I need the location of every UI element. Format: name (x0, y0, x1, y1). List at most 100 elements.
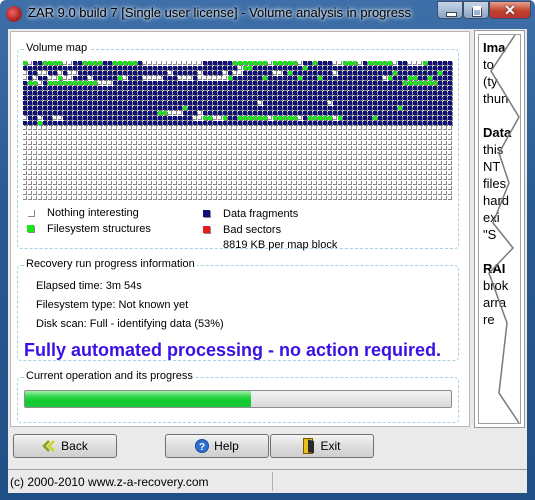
map-block-data-fragment (443, 111, 447, 115)
map-block-nothing-interesting (313, 141, 317, 145)
map-block-data-fragment (103, 66, 107, 70)
map-block-filesystem-structure (308, 116, 312, 120)
map-block-data-fragment (158, 81, 162, 85)
map-block-data-fragment (208, 91, 212, 95)
map-block-nothing-interesting (408, 186, 412, 190)
help-button[interactable]: ? Help (165, 434, 269, 458)
map-block-data-fragment (33, 116, 37, 120)
map-block-nothing-interesting (278, 161, 282, 165)
map-block-data-fragment (73, 111, 77, 115)
map-block-data-fragment (33, 71, 37, 75)
map-block-data-fragment (128, 121, 132, 125)
map-block-data-fragment (208, 101, 212, 105)
map-block-nothing-interesting (363, 126, 367, 130)
map-block-data-fragment (268, 76, 272, 80)
map-block-nothing-interesting (383, 176, 387, 180)
map-block-data-fragment (168, 116, 172, 120)
map-block-nothing-interesting (43, 71, 47, 75)
map-block-data-fragment (418, 106, 422, 110)
map-block-nothing-interesting (358, 166, 362, 170)
map-block-data-fragment (178, 71, 182, 75)
map-block-data-fragment (218, 66, 222, 70)
map-block-data-fragment (433, 101, 437, 105)
map-block-nothing-interesting (188, 196, 192, 200)
map-block-data-fragment (83, 86, 87, 90)
map-block-data-fragment (368, 66, 372, 70)
map-block-data-fragment (98, 116, 102, 120)
map-block-data-fragment (358, 86, 362, 90)
map-block-nothing-interesting (253, 146, 257, 150)
map-block-data-fragment (103, 71, 107, 75)
title-bar[interactable]: ZAR 9.0 build 7 [Single user license] - … (0, 0, 535, 28)
map-block-nothing-interesting (198, 171, 202, 175)
map-block-nothing-interesting (338, 146, 342, 150)
map-block-nothing-interesting (28, 151, 32, 155)
map-block-data-fragment (383, 86, 387, 90)
map-block-nothing-interesting (368, 126, 372, 130)
minimize-button[interactable] (437, 1, 463, 19)
map-block-data-fragment (413, 101, 417, 105)
exit-button[interactable]: Exit (270, 434, 374, 458)
map-block-data-fragment (153, 71, 157, 75)
map-block-nothing-interesting (88, 141, 92, 145)
map-block-data-fragment (353, 106, 357, 110)
map-block-data-fragment (63, 111, 67, 115)
map-block-nothing-interesting (208, 161, 212, 165)
close-button[interactable]: ✕ (489, 1, 531, 19)
map-block-nothing-interesting (83, 136, 87, 140)
back-button[interactable]: Back (13, 434, 117, 458)
map-block-nothing-interesting (218, 131, 222, 135)
map-block-nothing-interesting (393, 186, 397, 190)
map-block-nothing-interesting (308, 141, 312, 145)
map-block-filesystem-structure (98, 61, 102, 65)
map-block-filesystem-structure (408, 76, 412, 80)
map-block-nothing-interesting (243, 131, 247, 135)
map-block-data-fragment (273, 86, 277, 90)
map-block-data-fragment (363, 101, 367, 105)
map-block-nothing-interesting (213, 161, 217, 165)
map-block-nothing-interesting (393, 146, 397, 150)
map-block-nothing-interesting (403, 196, 407, 200)
map-block-nothing-interesting (263, 126, 267, 130)
map-block-data-fragment (108, 116, 112, 120)
map-block-nothing-interesting (138, 181, 142, 185)
map-block-nothing-interesting (318, 151, 322, 155)
map-block-nothing-interesting (393, 136, 397, 140)
map-block-nothing-interesting (148, 161, 152, 165)
map-block-nothing-interesting (143, 176, 147, 180)
map-block-nothing-interesting (128, 181, 132, 185)
help-side-panel: Ima to (ty thun Data this NT files hard exi "S RA… (474, 30, 525, 428)
map-block-data-fragment (338, 106, 342, 110)
map-block-nothing-interesting (273, 136, 277, 140)
map-block-nothing-interesting (188, 156, 192, 160)
map-block-nothing-interesting (428, 141, 432, 145)
legend-label: Data fragments (223, 208, 299, 220)
map-block-nothing-interesting (108, 131, 112, 135)
map-block-nothing-interesting (308, 186, 312, 190)
map-block-nothing-interesting (78, 181, 82, 185)
map-block-data-fragment (88, 111, 92, 115)
map-block-nothing-interesting (208, 141, 212, 145)
map-block-nothing-interesting (413, 136, 417, 140)
map-block-data-fragment (438, 91, 442, 95)
map-block-data-fragment (388, 111, 392, 115)
map-block-data-fragment (53, 106, 57, 110)
map-block-data-fragment (178, 101, 182, 105)
map-block-data-fragment (243, 121, 247, 125)
map-block-nothing-interesting (423, 196, 427, 200)
map-block-nothing-interesting (408, 136, 412, 140)
map-block-data-fragment (188, 101, 192, 105)
maximize-button[interactable] (463, 1, 489, 19)
map-block-data-fragment (283, 76, 287, 80)
map-block-data-fragment (328, 71, 332, 75)
map-block-nothing-interesting (408, 161, 412, 165)
map-block-data-fragment (448, 121, 452, 125)
map-block-filesystem-structure (243, 66, 247, 70)
map-block-nothing-interesting (133, 186, 137, 190)
map-block-data-fragment (263, 91, 267, 95)
map-block-data-fragment (23, 81, 27, 85)
map-block-nothing-interesting (323, 141, 327, 145)
map-block-nothing-interesting (88, 191, 92, 195)
map-block-nothing-interesting (58, 166, 62, 170)
map-block-data-fragment (393, 66, 397, 70)
